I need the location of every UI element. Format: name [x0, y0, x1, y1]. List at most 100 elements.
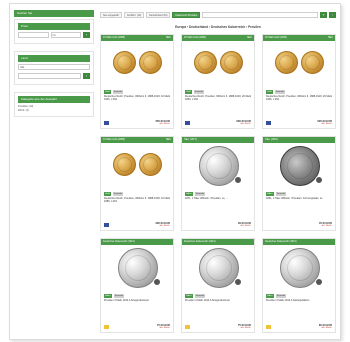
- product-card[interactable]: Taler (1861) Silber Sammler 1861, 1 Taler W…: [262, 136, 336, 231]
- product-card-header-label: 20 Mark Gold (1905): [265, 36, 287, 39]
- product-title[interactable]: 1871, 1 Taler Wilhelm I Preußen, ss, ...: [182, 196, 254, 206]
- sidebar-section-head: Kategorie aus der Auswahl: [18, 96, 90, 103]
- product-tag: Sammler: [275, 293, 287, 298]
- product-image[interactable]: [182, 43, 254, 89]
- product-image[interactable]: [182, 247, 254, 293]
- product-card[interactable]: 20 Mark Gold (1905) NEU Gold Sammler Deutsch…: [262, 34, 336, 129]
- product-tag: Silber: [266, 191, 274, 196]
- product-image[interactable]: [182, 145, 254, 191]
- filter-button[interactable]: ›: [83, 73, 90, 79]
- product-flag-icon: [104, 223, 109, 227]
- product-footer: 690,00 EUR inkl. MwSt.: [185, 120, 251, 125]
- product-price-block: 75,00 EUR inkl. MwSt.: [238, 324, 251, 329]
- product-flag-icon: [266, 325, 271, 329]
- product-card-header-label: Taler (1861): [265, 138, 278, 141]
- product-card[interactable]: 20 Mark Gold (1890) NEU Gold Sammler Deutsch…: [181, 34, 255, 129]
- zoom-icon[interactable]: [234, 278, 242, 286]
- product-card[interactable]: 10 Mark Gold (1888) NEU Gold Sammler Deutsch…: [100, 34, 174, 129]
- product-flag-icon: [185, 325, 190, 329]
- zoom-icon[interactable]: [315, 176, 323, 184]
- product-title[interactable]: Preußen 3 Mark 1914 A Kriegerdenkmal: [182, 298, 254, 308]
- product-footer: 45,00 EUR inkl. MwSt.: [266, 222, 332, 227]
- price-input[interactable]: [18, 32, 49, 38]
- product-price-note: inkl. MwSt.: [159, 327, 170, 329]
- product-card[interactable]: 10 Mark Gold (1889) NEU Gold Sammler Deutsch…: [100, 136, 174, 231]
- product-card[interactable]: Taler (1871) Silber Sammler 1871, 1 Taler W…: [181, 136, 255, 231]
- product-title[interactable]: Deutsches Reich, Preußen, Wilhelm II. 18…: [182, 94, 254, 104]
- sidebar: Suchen Sie Preis bis › Land Alle › Kateg…: [14, 10, 94, 124]
- product-grid: 10 Mark Gold (1888) NEU Gold Sammler Deutsch…: [100, 34, 336, 333]
- country-select[interactable]: Alle: [18, 64, 90, 70]
- product-tag: Sammler: [112, 191, 124, 196]
- category-link[interactable]: Württ. (4): [18, 109, 90, 113]
- filter-bar: Neu eingestellt Großbrit. (10) Deutschla…: [100, 11, 336, 18]
- zoom-icon[interactable]: [315, 278, 323, 286]
- product-card-header-label: Deutsches Kaiserreich (1913): [265, 240, 297, 243]
- product-image[interactable]: [263, 247, 335, 293]
- product-image[interactable]: [263, 145, 335, 191]
- product-image[interactable]: [101, 247, 173, 293]
- product-price-block: 390,00 EUR inkl. MwSt.: [155, 222, 170, 227]
- product-price-block: 75,00 EUR inkl. MwSt.: [157, 324, 170, 329]
- search-button[interactable]: ›: [83, 32, 90, 38]
- product-image[interactable]: [101, 145, 173, 191]
- top-search-button-2[interactable]: ›: [329, 11, 336, 18]
- filter-chip[interactable]: Großbrit. (10): [123, 11, 145, 18]
- product-title[interactable]: Deutsches Reich, Preußen, Wilhelm II. 18…: [263, 94, 335, 104]
- product-footer: 75,00 EUR inkl. MwSt.: [185, 324, 251, 329]
- product-image[interactable]: [263, 43, 335, 89]
- product-flag-icon: [185, 121, 190, 125]
- product-card[interactable]: Deutsches Kaiserreich (1913) Silber Sammle…: [100, 238, 174, 333]
- product-price-block: 690,00 EUR inkl. MwSt.: [236, 120, 251, 125]
- filter-chip-active[interactable]: Kaiserreich Preußen: [172, 11, 201, 18]
- top-search-button[interactable]: »: [320, 11, 327, 18]
- coin-image: [280, 248, 320, 288]
- product-tag: Sammler: [194, 191, 206, 196]
- product-tag: Silber: [185, 191, 193, 196]
- product-tag: Sammler: [112, 89, 124, 94]
- product-image[interactable]: [101, 43, 173, 89]
- product-price-note: inkl. MwSt.: [321, 225, 332, 227]
- product-price-note: inkl. MwSt.: [321, 123, 332, 125]
- zoom-icon[interactable]: [153, 278, 161, 286]
- product-title[interactable]: Preußen 3 Mark 1913 A Kaiserjubiläum: [263, 298, 335, 308]
- filter-chip[interactable]: Deutschland (64): [146, 11, 171, 18]
- sidebar-search-box: Preis bis ›: [14, 19, 94, 44]
- breadcrumb: Europa › Deutschland › Deutsches Kaiserr…: [175, 25, 261, 29]
- product-title[interactable]: Deutsches Reich, Preußen, Wilhelm II. 18…: [101, 196, 173, 206]
- product-new-badge: NEU: [246, 36, 252, 39]
- product-tag: Gold: [104, 89, 111, 94]
- product-price-block: 39,00 EUR inkl. MwSt.: [238, 222, 251, 227]
- product-title[interactable]: Deutsches Reich, Preußen, Wilhelm II. 18…: [101, 94, 173, 104]
- product-footer: 39,00 EUR inkl. MwSt.: [185, 222, 251, 227]
- country-filter-input[interactable]: [18, 73, 81, 79]
- product-flag-icon: [104, 121, 109, 125]
- product-card[interactable]: Deutsches Kaiserreich (1913) Silber Sammle…: [262, 238, 336, 333]
- coin-obverse-image: [275, 51, 298, 74]
- product-tag: Sammler: [194, 293, 206, 298]
- zoom-icon[interactable]: [234, 176, 242, 184]
- coin-reverse-image: [139, 153, 162, 176]
- product-price-block: 80,00 EUR inkl. MwSt.: [319, 324, 332, 329]
- sidebar-title: Suchen Sie: [14, 10, 94, 17]
- top-search-input[interactable]: [202, 11, 318, 18]
- coin-image: [118, 248, 158, 288]
- filter-chip[interactable]: Neu eingestellt: [100, 11, 122, 18]
- product-price-note: inkl. MwSt.: [240, 123, 251, 125]
- coin-obverse-image: [113, 153, 136, 176]
- product-card-header: 20 Mark Gold (1905) NEU: [263, 35, 335, 41]
- product-new-badge: NEU: [327, 36, 333, 39]
- price-to-input[interactable]: bis: [50, 32, 81, 38]
- product-card-header: Taler (1861): [263, 137, 335, 143]
- product-price-note: inkl. MwSt.: [159, 123, 170, 125]
- product-price-note: inkl. MwSt.: [240, 327, 251, 329]
- product-flag-icon: [104, 325, 109, 329]
- product-card[interactable]: Deutsches Kaiserreich (1914) Silber Sammle…: [181, 238, 255, 333]
- product-footer: 80,00 EUR inkl. MwSt.: [266, 324, 332, 329]
- product-title[interactable]: 1861, 1 Taler Wilhelm I Preußen, Krönung…: [263, 196, 335, 206]
- product-card-header: Deutsches Kaiserreich (1913): [101, 239, 173, 245]
- product-card-header-label: Deutsches Kaiserreich (1913): [103, 240, 135, 243]
- product-tag: Silber: [104, 293, 112, 298]
- product-title[interactable]: Preußen 3 Mark 1913 A Kriegerdenkmal: [101, 298, 173, 308]
- coin-reverse-image: [139, 51, 162, 74]
